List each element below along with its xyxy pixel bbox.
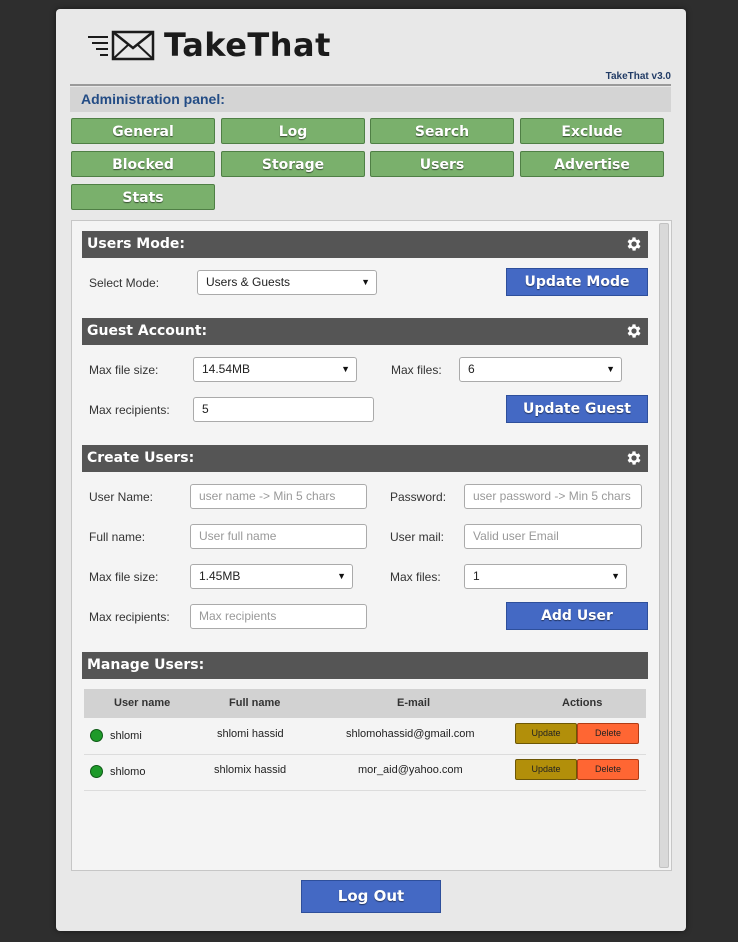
column-header-actions: Actions (562, 697, 603, 709)
guest-max-file-size-label: Max file size: (89, 363, 159, 377)
delete-user-button[interactable]: Delete (577, 723, 639, 744)
gear-icon[interactable] (625, 322, 643, 340)
guest-account-title: Guest Account: (87, 323, 208, 339)
select-mode-value: Users & Guests (206, 275, 291, 289)
nav-stats-button[interactable]: Stats (71, 184, 215, 210)
user-max-files-label: Max files: (390, 570, 441, 584)
usermail-label: User mail: (390, 530, 445, 544)
chevron-down-icon: ▼ (606, 364, 615, 374)
user-max-file-size-dropdown[interactable]: 1.45MB ▼ (190, 564, 353, 589)
nav-search-button[interactable]: Search (370, 118, 514, 144)
chevron-down-icon: ▼ (611, 571, 620, 581)
row-username: shlomo (110, 766, 146, 778)
manage-users-header: Manage Users: (82, 652, 648, 679)
user-max-recipients-label: Max recipients: (89, 610, 170, 624)
create-users-header: Create Users: (82, 445, 648, 472)
guest-max-files-value: 6 (468, 362, 475, 376)
guest-max-file-size-dropdown[interactable]: 14.54MB ▼ (193, 357, 357, 382)
panel-scrollbar[interactable] (659, 223, 669, 868)
delete-user-button[interactable]: Delete (577, 759, 639, 780)
user-max-file-size-value: 1.45MB (199, 569, 241, 583)
admin-panel-label: Administration panel: (70, 87, 671, 112)
guest-max-files-label: Max files: (391, 363, 442, 377)
column-header-fullname: Full name (229, 697, 281, 709)
guest-max-recipients-label: Max recipients: (89, 403, 170, 417)
update-guest-button[interactable]: Update Guest (506, 395, 648, 423)
row-fullname: shlomix hassid (214, 764, 287, 776)
user-max-files-value: 1 (473, 569, 480, 583)
nav-log-button[interactable]: Log (221, 118, 365, 144)
mail-envelope-icon (88, 30, 155, 61)
app-logo: TakeThat (86, 25, 331, 65)
username-input[interactable]: user name -> Min 5 chars (190, 484, 367, 509)
row-fullname: shlomi hassid (217, 728, 284, 740)
nav-general-button[interactable]: General (71, 118, 215, 144)
main-card: TakeThat TakeThat v3.0 Administration pa… (56, 9, 686, 931)
nav-exclude-button[interactable]: Exclude (520, 118, 664, 144)
chevron-down-icon: ▼ (337, 571, 346, 581)
chevron-down-icon: ▼ (361, 277, 370, 287)
guest-max-file-size-value: 14.54MB (202, 362, 251, 376)
row-email: shlomohassid@gmail.com (346, 728, 475, 740)
nav-users-button[interactable]: Users (370, 151, 514, 177)
column-header-username: User name (114, 697, 171, 709)
nav-blocked-button[interactable]: Blocked (71, 151, 215, 177)
update-mode-button[interactable]: Update Mode (506, 268, 648, 296)
update-user-button[interactable]: Update (515, 759, 577, 780)
divider (70, 84, 671, 86)
online-dot-icon (90, 765, 103, 778)
guest-account-header: Guest Account: (82, 318, 648, 345)
manage-users-title: Manage Users: (87, 657, 205, 673)
fullname-input[interactable]: User full name (190, 524, 367, 549)
add-user-button[interactable]: Add User (506, 602, 648, 630)
users-mode-title: Users Mode: (87, 236, 185, 252)
user-max-files-dropdown[interactable]: 1 ▼ (464, 564, 627, 589)
fullname-label: Full name: (89, 530, 146, 544)
guest-max-files-dropdown[interactable]: 6 ▼ (459, 357, 622, 382)
guest-max-recipients-input[interactable]: 5 (193, 397, 374, 422)
user-max-recipients-input[interactable]: Max recipients (190, 604, 367, 629)
users-panel: Users Mode: Select Mode: Users & Guests … (71, 220, 672, 871)
nav-storage-button[interactable]: Storage (221, 151, 365, 177)
create-users-title: Create Users: (87, 450, 195, 466)
usermail-input[interactable]: Valid user Email (464, 524, 642, 549)
gear-icon[interactable] (625, 235, 643, 253)
table-header: User name Full name E-mail Actions (84, 689, 646, 718)
user-max-file-size-label: Max file size: (89, 570, 159, 584)
logout-button[interactable]: Log Out (301, 880, 441, 913)
username-label: User Name: (89, 490, 154, 504)
select-mode-dropdown[interactable]: Users & Guests ▼ (197, 270, 377, 295)
app-title: TakeThat (164, 26, 331, 64)
chevron-down-icon: ▼ (341, 364, 350, 374)
nav-advertise-button[interactable]: Advertise (520, 151, 664, 177)
table-row: shlomo shlomix hassid mor_aid@yahoo.com … (84, 754, 646, 791)
update-user-button[interactable]: Update (515, 723, 577, 744)
password-label: Password: (390, 490, 447, 504)
users-mode-header: Users Mode: (82, 231, 648, 258)
online-dot-icon (90, 729, 103, 742)
row-username: shlomi (110, 730, 142, 742)
gear-icon[interactable] (625, 449, 643, 467)
table-row: shlomi shlomi hassid shlomohassid@gmail.… (84, 718, 646, 755)
version-label: TakeThat v3.0 (605, 71, 671, 82)
select-mode-label: Select Mode: (89, 276, 160, 290)
row-email: mor_aid@yahoo.com (358, 764, 463, 776)
password-input[interactable]: user password -> Min 5 chars (464, 484, 642, 509)
column-header-email: E-mail (397, 697, 431, 709)
